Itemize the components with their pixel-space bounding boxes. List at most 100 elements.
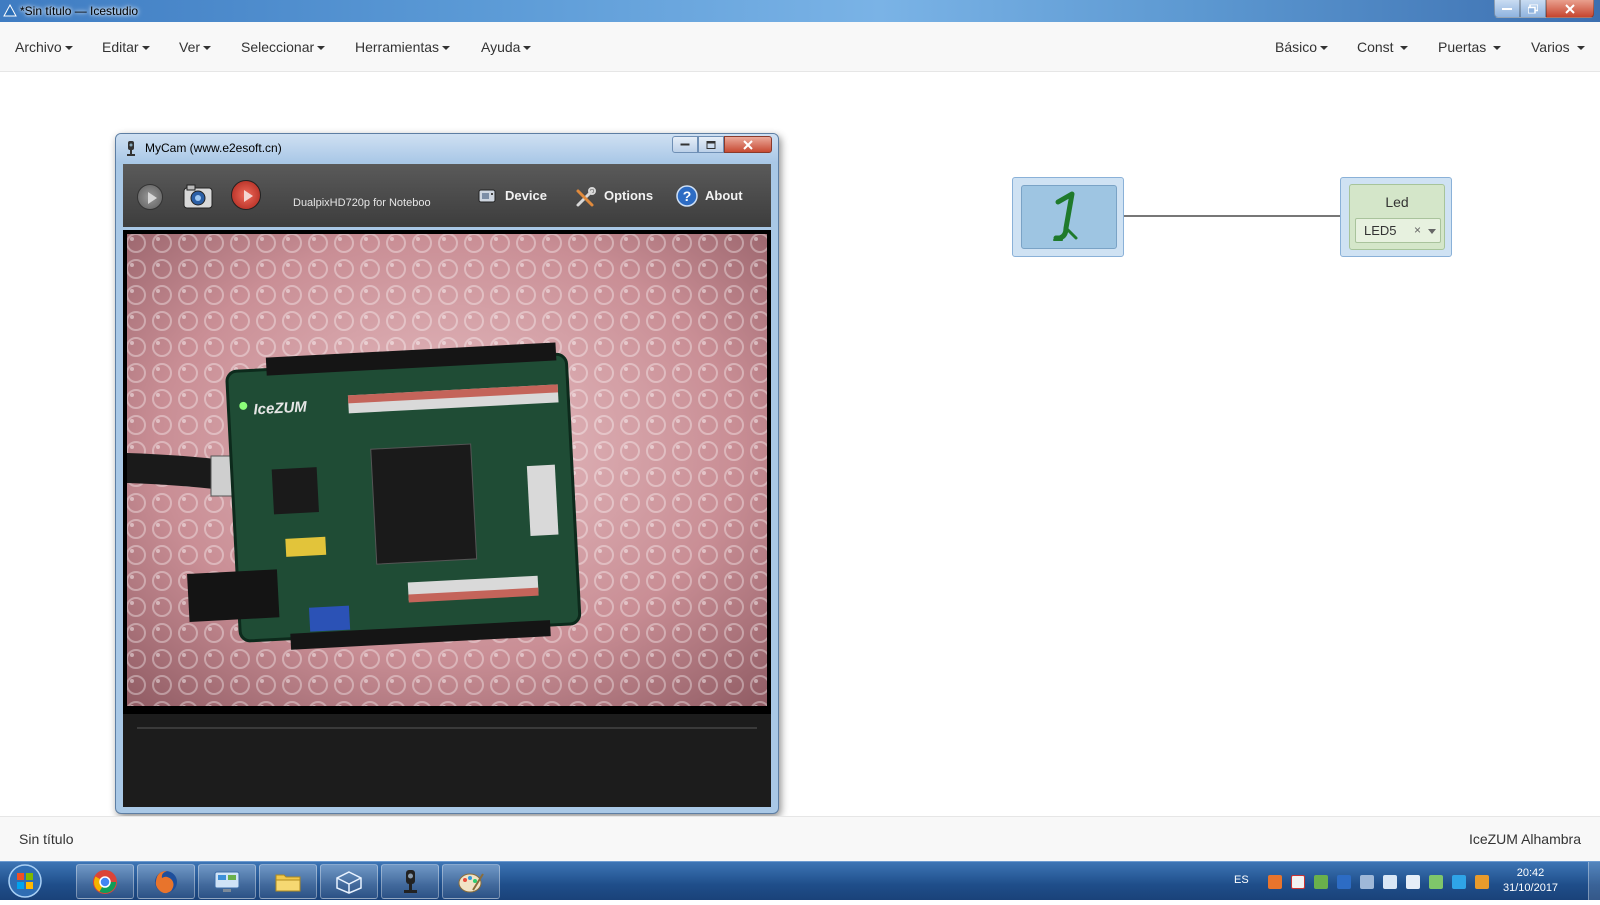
svg-text:IceZUM: IceZUM [253, 399, 308, 419]
progress-track[interactable] [137, 727, 757, 729]
devices-icon[interactable] [1360, 875, 1374, 889]
menu-label: Archivo [15, 39, 62, 55]
menu-ver[interactable]: Ver [179, 39, 212, 55]
caret-down-icon [523, 46, 532, 51]
mycam-window-title: MyCam (www.e2esoft.cn) [145, 141, 282, 155]
window-title: *Sin título — Icestudio [20, 4, 139, 18]
mycam-icon [404, 869, 417, 893]
menu-const[interactable]: Const [1357, 39, 1409, 55]
3d-viewer-icon [336, 870, 362, 894]
record-button[interactable] [231, 180, 261, 210]
action-center-flag-icon[interactable] [1291, 875, 1305, 889]
caret-down-icon [1400, 46, 1409, 51]
control-panel-icon [214, 871, 240, 892]
taskbar-firefox[interactable] [137, 864, 195, 899]
system-clock[interactable]: 20:42 31/10/2017 [1503, 866, 1558, 896]
svg-text:?: ? [683, 188, 692, 204]
options-label: Options [604, 188, 654, 203]
snapshot-button[interactable] [183, 182, 213, 210]
taskbar-chrome[interactable] [76, 864, 134, 899]
mycam-close-button[interactable] [724, 136, 772, 153]
led-block[interactable]: Led LED5 × [1340, 177, 1452, 257]
menu-label: Ver [179, 39, 201, 55]
menu-label: Ayuda [481, 39, 521, 55]
battery-icon[interactable] [1429, 875, 1443, 889]
menu-label: Seleccionar [241, 39, 315, 55]
menu-puertas[interactable]: Puertas [1438, 39, 1502, 55]
close-icon [1565, 3, 1575, 14]
input-language[interactable]: ES [1234, 874, 1249, 886]
taskbar-paint[interactable] [442, 864, 500, 899]
webcam-frame-image: IceZUM [116, 226, 775, 718]
show-desktop-button[interactable] [1588, 862, 1600, 900]
minimize-icon [680, 143, 690, 145]
volume-icon[interactable] [1406, 875, 1420, 889]
mycam-toolbar: DualpixHD720p for Noteboo Device Options… [123, 164, 771, 227]
minimize-button[interactable] [1494, 0, 1520, 18]
menu-seleccionar[interactable]: Seleccionar [241, 39, 326, 55]
mycam-bottom-panel [123, 714, 771, 807]
menu-label: Herramientas [355, 39, 440, 55]
led-pin-value: LED5 [1364, 223, 1397, 238]
caret-down-icon [64, 46, 73, 51]
maximize-button[interactable] [1520, 0, 1546, 18]
icestudio-logo-icon [3, 4, 17, 17]
clear-selection-icon[interactable]: × [1414, 223, 1421, 237]
update-icon[interactable] [1452, 875, 1466, 889]
constant-block[interactable] [1012, 177, 1124, 257]
restore-icon [1528, 4, 1538, 13]
led-block-body[interactable]: Led LED5 × [1349, 184, 1445, 250]
menu-herramientas[interactable]: Herramientas [355, 39, 451, 55]
taskbar-3d-viewer[interactable] [320, 864, 378, 899]
constant-block-body[interactable] [1021, 185, 1117, 249]
taskbar-file-explorer[interactable] [259, 864, 317, 899]
menu-label: Const [1357, 39, 1394, 55]
connection-wire[interactable] [1120, 215, 1348, 217]
caret-down-icon [203, 46, 212, 51]
device-name-label: DualpixHD720p for Noteboo [293, 197, 431, 209]
maximize-icon [706, 140, 716, 149]
windows-taskbar: ES 20:42 31/10/2017 [0, 861, 1600, 900]
caret-down-icon [1320, 46, 1329, 51]
mycam-titlebar[interactable]: MyCam (www.e2esoft.cn) [116, 134, 778, 162]
constant-one-icon [1053, 191, 1078, 241]
start-button[interactable] [4, 862, 46, 900]
close-button[interactable] [1546, 0, 1594, 18]
clock-time: 20:42 [1516, 867, 1545, 879]
play-button[interactable] [137, 184, 163, 210]
mycam-minimize-button[interactable] [672, 136, 698, 153]
record-play-icon [244, 190, 253, 202]
help-icon: ? [676, 185, 698, 207]
caret-down-icon [141, 46, 150, 51]
bluetooth-icon[interactable] [1337, 875, 1351, 889]
minimize-icon [1502, 7, 1512, 10]
menu-archivo[interactable]: Archivo [15, 39, 73, 55]
led-pin-select[interactable]: LED5 × [1355, 218, 1441, 243]
taskbar-mycam[interactable] [381, 864, 439, 899]
led-block-title: Led [1385, 194, 1409, 210]
device-label: Device [505, 188, 547, 203]
menubar: Archivo Editar Ver Seleccionar Herramien… [0, 22, 1600, 72]
security-shield-icon[interactable] [1314, 875, 1328, 889]
mycam-maximize-button[interactable] [698, 136, 724, 153]
caret-down-icon [1576, 46, 1585, 51]
statusbar: Sin título IceZUM Alhambra [0, 816, 1600, 861]
menu-label: Puertas [1438, 39, 1487, 55]
tray-app-icon[interactable] [1268, 875, 1282, 889]
menu-label: Básico [1275, 39, 1318, 55]
board-name[interactable]: IceZUM Alhambra [1469, 831, 1581, 847]
menu-varios[interactable]: Varios [1531, 39, 1585, 55]
file-explorer-icon [275, 874, 301, 891]
menu-editar[interactable]: Editar [102, 39, 150, 55]
app-titlebar: *Sin título — Icestudio [0, 0, 1600, 22]
clock-date: 31/10/2017 [1503, 882, 1559, 894]
network-icon[interactable] [1383, 875, 1397, 889]
tools-icon [576, 187, 596, 207]
chrome-icon [93, 869, 117, 894]
taskbar-control-panel[interactable] [198, 864, 256, 899]
menu-basico[interactable]: Básico [1275, 39, 1329, 55]
mycam-app-icon [127, 141, 135, 156]
menu-ayuda[interactable]: Ayuda [481, 39, 532, 55]
about-label: About [705, 188, 743, 203]
notification-app-icon[interactable] [1475, 875, 1489, 889]
